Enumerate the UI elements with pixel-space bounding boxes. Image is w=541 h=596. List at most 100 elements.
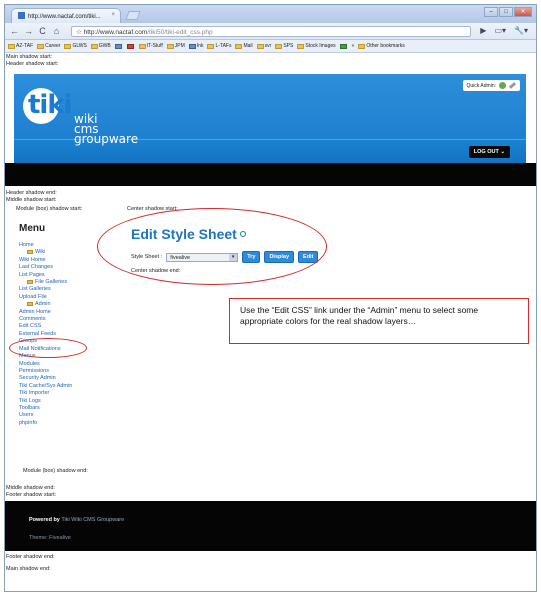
logo-subtitle: wiki cms groupware	[74, 113, 138, 145]
header-shadow-start: Header shadow start:	[6, 61, 59, 67]
bookmark-item[interactable]	[126, 43, 135, 49]
folder-icon	[27, 280, 33, 285]
menu-item-label: Admin Home	[19, 308, 51, 315]
wrench-menu-icon[interactable]: 🔧▾	[514, 26, 528, 35]
menu-item[interactable]: Last Changes	[19, 264, 72, 271]
powered-by: Powered by Tiki Wiki CMS Groupware	[29, 517, 125, 523]
folder-icon	[64, 43, 72, 49]
menu-item[interactable]: Modules	[19, 361, 72, 368]
theme-label: Theme: Fivealive	[29, 535, 71, 541]
menu-item-label: Modules	[19, 360, 40, 367]
bookmark-label: IT-Stuff	[146, 43, 163, 49]
menu-item[interactable]: Wiki Home	[19, 257, 72, 264]
site-header: tiki wiki cms groupware Quick Admin: LOG…	[14, 74, 526, 177]
middle-shadow-start: Middle shadow start:	[6, 197, 57, 203]
bookmark-item[interactable]: GLWS	[64, 43, 87, 49]
bookmark-label: L-TAFs	[215, 43, 232, 49]
reload-icon[interactable]: C	[38, 26, 47, 36]
folder-icon	[138, 43, 146, 49]
bookmark-label: AZ-TAF	[16, 43, 34, 49]
menu-item[interactable]: Toolbars	[19, 405, 72, 412]
tab-bar: http://www.nactaf.com/tiki... × – □ ✕	[5, 5, 536, 23]
powered-link[interactable]: Tiki Wiki CMS Groupware	[61, 517, 124, 523]
annotation-ellipse-edit-css	[9, 338, 87, 358]
page-content: Main shadow start: Header shadow start: …	[5, 54, 536, 591]
menu-item[interactable]: Tiki Importer	[19, 390, 72, 397]
bookmark-item[interactable]: Other bookmarks	[358, 43, 405, 49]
folder-icon	[166, 43, 174, 49]
bookmark-label: Career	[45, 43, 61, 49]
side-menu: Home Wiki Wiki Home Last Changes List Pages F…	[19, 242, 72, 427]
bookmark-item[interactable]: L-TAFs	[207, 43, 231, 49]
menu-item[interactable]: List Galleries	[19, 286, 72, 293]
app-icon	[188, 43, 196, 49]
menu-item[interactable]: Upload File	[19, 294, 72, 301]
url-host: http://www.nactaf.com	[83, 29, 148, 36]
close-window-button[interactable]: ✕	[514, 7, 532, 17]
edit-icon[interactable]	[508, 82, 517, 89]
folder-icon	[37, 43, 45, 49]
tiki-logo[interactable]: tiki	[28, 90, 73, 120]
logout-button[interactable]: LOG OUT ⌄	[468, 146, 510, 158]
tab-title: http://www.nactaf.com/tiki...	[28, 14, 101, 20]
tab-close-icon[interactable]: ×	[111, 12, 115, 18]
green-icon	[339, 43, 347, 49]
home-icon[interactable]: ⌂	[52, 26, 61, 36]
module-shadow-start: Module (box) shadow start:	[16, 206, 83, 212]
folder-icon	[8, 43, 15, 49]
star-icon[interactable]: ☆	[76, 29, 84, 36]
menu-item[interactable]: Comments	[19, 316, 72, 323]
minimize-button[interactable]: –	[484, 7, 498, 17]
menu-item-label: List Galleries	[19, 286, 51, 293]
menu-item[interactable]: Edit CSS	[19, 323, 72, 330]
menu-item[interactable]: Wiki	[19, 249, 72, 256]
url-path: /tiki50/tiki-edit_css.php	[147, 29, 213, 36]
address-bar[interactable]: ☆ http://www.nactaf.com/tiki50/tiki-edit…	[71, 26, 471, 37]
bookmark-item[interactable]: Ink	[188, 43, 203, 49]
new-tab-button[interactable]	[125, 11, 141, 20]
menu-item[interactable]: Users	[19, 412, 72, 419]
bookmark-item[interactable]: svr	[256, 43, 271, 49]
menu-item[interactable]: Admin Home	[19, 309, 72, 316]
menu-item[interactable]: phpinfo	[19, 420, 72, 427]
folder-icon	[90, 43, 98, 49]
quick-admin-label: Quick Admin:	[466, 82, 496, 89]
bookmark-item[interactable]	[114, 43, 123, 49]
browser-tab[interactable]: http://www.nactaf.com/tiki... ×	[11, 8, 121, 23]
bookmark-item[interactable]: Mail	[235, 43, 253, 49]
play-icon[interactable]: ▶	[480, 26, 486, 35]
menu-item-label: Edit CSS	[19, 323, 42, 330]
menu-item-label: Security Admin	[19, 375, 56, 382]
menu-item[interactable]: Security Admin	[19, 375, 72, 382]
bookmark-item[interactable]: Career	[37, 43, 60, 49]
menu-item-label: Tiki Cache/Sys Admin	[19, 382, 73, 389]
bookmark-label: Mail	[243, 43, 253, 49]
folder-icon	[235, 43, 243, 49]
menu-item-label: phpinfo	[19, 419, 38, 426]
menu-item-label: Toolbars	[19, 404, 40, 411]
menu-item[interactable]: File Galleries	[19, 279, 72, 286]
menu-item[interactable]: Admin	[19, 301, 72, 308]
menu-item[interactable]: Tiki Cache/Sys Admin	[19, 383, 72, 390]
bookmark-item[interactable]: JPM	[166, 43, 185, 49]
menu-item[interactable]: Home	[19, 242, 72, 249]
bookmark-item[interactable]	[339, 43, 348, 49]
bookmark-item[interactable]: IT-Stuff	[138, 43, 163, 49]
folder-icon	[297, 43, 305, 49]
forward-icon[interactable]: →	[24, 26, 33, 36]
favicon-icon	[18, 12, 25, 19]
maximize-button[interactable]: □	[499, 7, 513, 17]
bookmark-item[interactable]: Stock Images	[297, 43, 336, 49]
menu-item-label: Users	[19, 412, 34, 419]
bookmark-item[interactable]: AZ-TAF	[8, 43, 33, 49]
menu-item[interactable]: Permissions	[19, 368, 72, 375]
bookmark-item[interactable]: »	[352, 43, 355, 49]
bookmark-item[interactable]: SPS	[275, 43, 293, 49]
page-menu-icon[interactable]: ▭▾	[494, 26, 506, 35]
back-icon[interactable]: ←	[10, 26, 19, 36]
settings-icon[interactable]	[499, 82, 506, 89]
menu-item[interactable]: List Pages	[19, 272, 72, 279]
menu-item[interactable]: Tiki Logs	[19, 398, 72, 405]
menu-title: Menu	[19, 223, 46, 234]
bookmark-item[interactable]: GWB	[90, 43, 111, 49]
